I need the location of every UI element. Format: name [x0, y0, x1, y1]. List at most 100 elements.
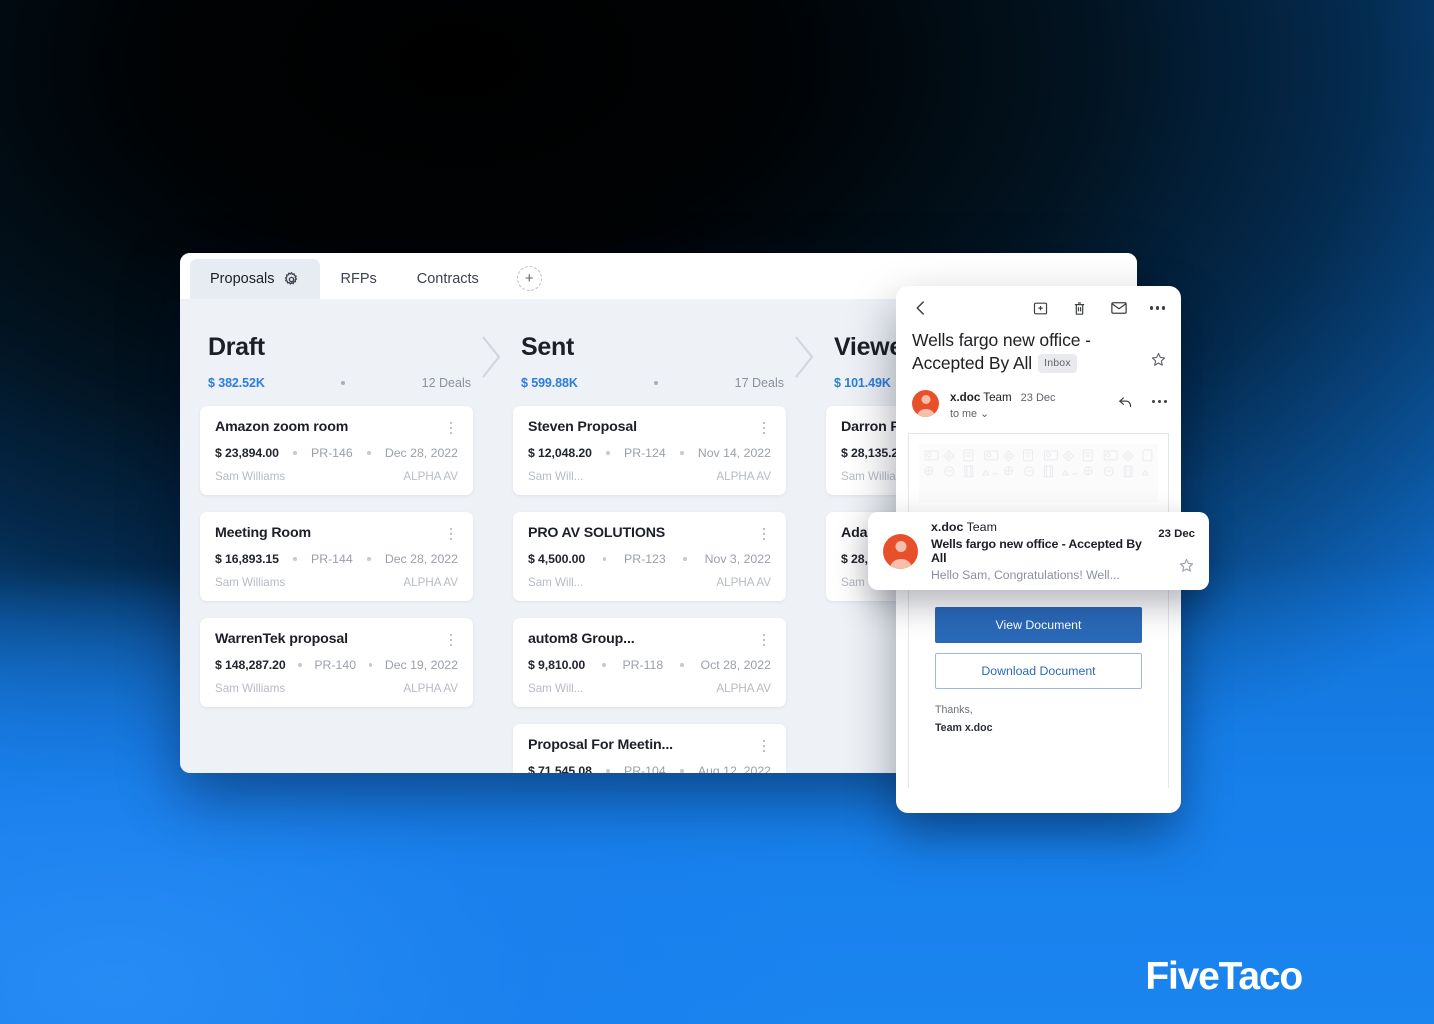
email-label-badge: Inbox: [1038, 354, 1077, 373]
card-reference: PR-118: [622, 658, 664, 672]
notification-toast[interactable]: x.doc Team Wells fargo new office - Acce…: [868, 512, 1209, 590]
more-icon[interactable]: [1150, 306, 1165, 310]
tab-contracts[interactable]: Contracts: [397, 259, 499, 299]
card-date: Nov 3, 2022: [704, 552, 771, 566]
card-owner: Sam Williams: [215, 576, 286, 589]
card-title: Steven Proposal: [528, 419, 637, 435]
card-menu-icon[interactable]: [444, 631, 458, 647]
column-meta: $ 382.52K 12 Deals: [208, 336, 501, 390]
fivetaco-logo: FiveTaco: [1145, 955, 1303, 998]
card-separator-dot: [606, 769, 610, 773]
card-separator-dot: [606, 451, 610, 455]
reply-icon[interactable]: [1117, 393, 1134, 410]
card-menu-icon[interactable]: [444, 525, 458, 541]
proposal-card[interactable]: Meeting Room $ 16,893.15 PR-144 Dec 28, …: [200, 512, 473, 601]
email-sender-rest: Team: [980, 390, 1012, 404]
card-separator-dot: [683, 557, 687, 561]
tab-proposals[interactable]: Proposals: [190, 259, 321, 299]
proposal-card[interactable]: Steven Proposal $ 12,048.20 PR-124 Nov 1…: [513, 406, 786, 495]
download-document-button[interactable]: Download Document: [935, 652, 1142, 689]
card-separator-dot: [368, 663, 373, 667]
back-icon[interactable]: [912, 299, 930, 317]
card-amount: $ 12,048.20: [528, 446, 592, 460]
notification-meta: 23 Dec: [1158, 528, 1195, 574]
card-owner: Sam Williams: [215, 470, 286, 483]
email-sender-actions: [1117, 390, 1167, 410]
proposal-card[interactable]: WarrenTek proposal $ 148,287.20 PR-140 D…: [200, 618, 473, 707]
email-toolbar: [896, 286, 1181, 323]
proposal-card[interactable]: autom8 Group... $ 9,810.00 PR-118 Oct 28…: [513, 618, 786, 707]
tab-contracts-label: Contracts: [416, 271, 479, 287]
card-separator-dot: [293, 557, 297, 561]
card-amount: $ 148,287.20: [215, 658, 286, 672]
star-icon[interactable]: [1178, 557, 1195, 574]
card-separator-dot: [680, 769, 684, 773]
card-title: autom8 Group...: [528, 631, 635, 647]
tab-rfps[interactable]: RFPs: [320, 259, 396, 299]
card-reference: PR-104: [624, 764, 666, 773]
card-owner: Sam Will...: [528, 576, 584, 589]
column-separator-dot: [341, 381, 346, 385]
column-amount: $ 101.49K: [834, 376, 891, 390]
card-company: ALPHA AV: [716, 470, 771, 483]
card-reference: PR-124: [624, 446, 666, 460]
card-owner: Sam Williams: [215, 682, 286, 695]
star-icon[interactable]: [1150, 351, 1167, 368]
card-company: ALPHA AV: [403, 470, 458, 483]
column-meta: $ 599.88K 17 Deals: [521, 336, 814, 390]
card-menu-icon[interactable]: [757, 525, 771, 541]
column-title: Draft: [208, 333, 265, 361]
gear-icon[interactable]: [283, 271, 300, 288]
avatar: [883, 533, 918, 569]
tab-rfps-label: RFPs: [340, 271, 377, 287]
email-sender-row: x.doc Team 23 Dec to me ⌄: [896, 376, 1181, 420]
card-title: Meeting Room: [215, 525, 311, 541]
card-separator-dot: [602, 663, 606, 667]
view-document-button[interactable]: View Document: [935, 606, 1142, 643]
card-date: Oct 28, 2022: [700, 658, 771, 672]
card-amount: $ 4,500.00: [528, 552, 586, 566]
proposal-card[interactable]: Amazon zoom room $ 23,894.00 PR-146 Dec …: [200, 406, 473, 495]
email-subject: Wells fargo new office - Accepted By All…: [912, 329, 1150, 376]
notification-subject: Wells fargo new office - Accepted By All: [931, 537, 1142, 565]
email-banner-pattern: [919, 443, 1158, 502]
card-title: WarrenTek proposal: [215, 631, 348, 647]
card-reference: PR-123: [624, 552, 666, 566]
email-signature: Team x.doc: [935, 721, 993, 734]
card-menu-icon[interactable]: [757, 631, 771, 647]
card-menu-icon[interactable]: [757, 737, 771, 753]
card-date: Aug 12, 2022: [697, 764, 771, 773]
notification-sender-brand: x.doc: [931, 520, 964, 534]
card-owner: Sam Will...: [528, 470, 584, 483]
card-separator-dot: [367, 557, 371, 561]
notification-date: 23 Dec: [1158, 528, 1195, 540]
archive-icon[interactable]: [1032, 300, 1049, 317]
plus-icon: +: [524, 270, 534, 287]
card-menu-icon[interactable]: [757, 419, 771, 435]
card-menu-icon[interactable]: [444, 419, 458, 435]
column-deal-count: 12 Deals: [421, 376, 471, 390]
more-icon[interactable]: [1152, 399, 1167, 403]
card-title: Amazon zoom room: [215, 419, 349, 435]
card-amount: $ 9,810.00: [528, 658, 586, 672]
card-amount: $ 71,545.08: [528, 764, 592, 773]
email-body: Hello XTEN AV office has been signed and…: [908, 432, 1169, 788]
notification-preview: Hello Sam, Congratulations! Well...: [931, 568, 1120, 582]
add-tab-button[interactable]: +: [516, 266, 542, 291]
column-amount: $ 382.52K: [208, 376, 265, 390]
proposal-card[interactable]: PRO AV SOLUTIONS $ 4,500.00 PR-123 Nov 3…: [513, 512, 786, 601]
card-company: ALPHA AV: [716, 576, 771, 589]
column-deal-count: 17 Deals: [734, 376, 784, 390]
email-date: 23 Dec: [1020, 391, 1056, 404]
proposal-card[interactable]: Proposal For Meetin... $ 71,545.08 PR-10…: [513, 724, 786, 773]
card-separator-dot: [602, 557, 607, 561]
card-separator-dot: [298, 663, 302, 667]
delete-icon[interactable]: [1071, 300, 1088, 317]
avatar: [912, 389, 939, 417]
card-title: Proposal For Meetin...: [528, 737, 673, 753]
mail-icon[interactable]: [1110, 299, 1128, 317]
notification-sender: x.doc Team: [931, 520, 1158, 534]
email-sender-name: x.doc Team 23 Dec: [950, 391, 1117, 404]
decorative-icon-pattern: [924, 449, 1153, 478]
email-recipient[interactable]: to me ⌄: [950, 407, 1117, 420]
